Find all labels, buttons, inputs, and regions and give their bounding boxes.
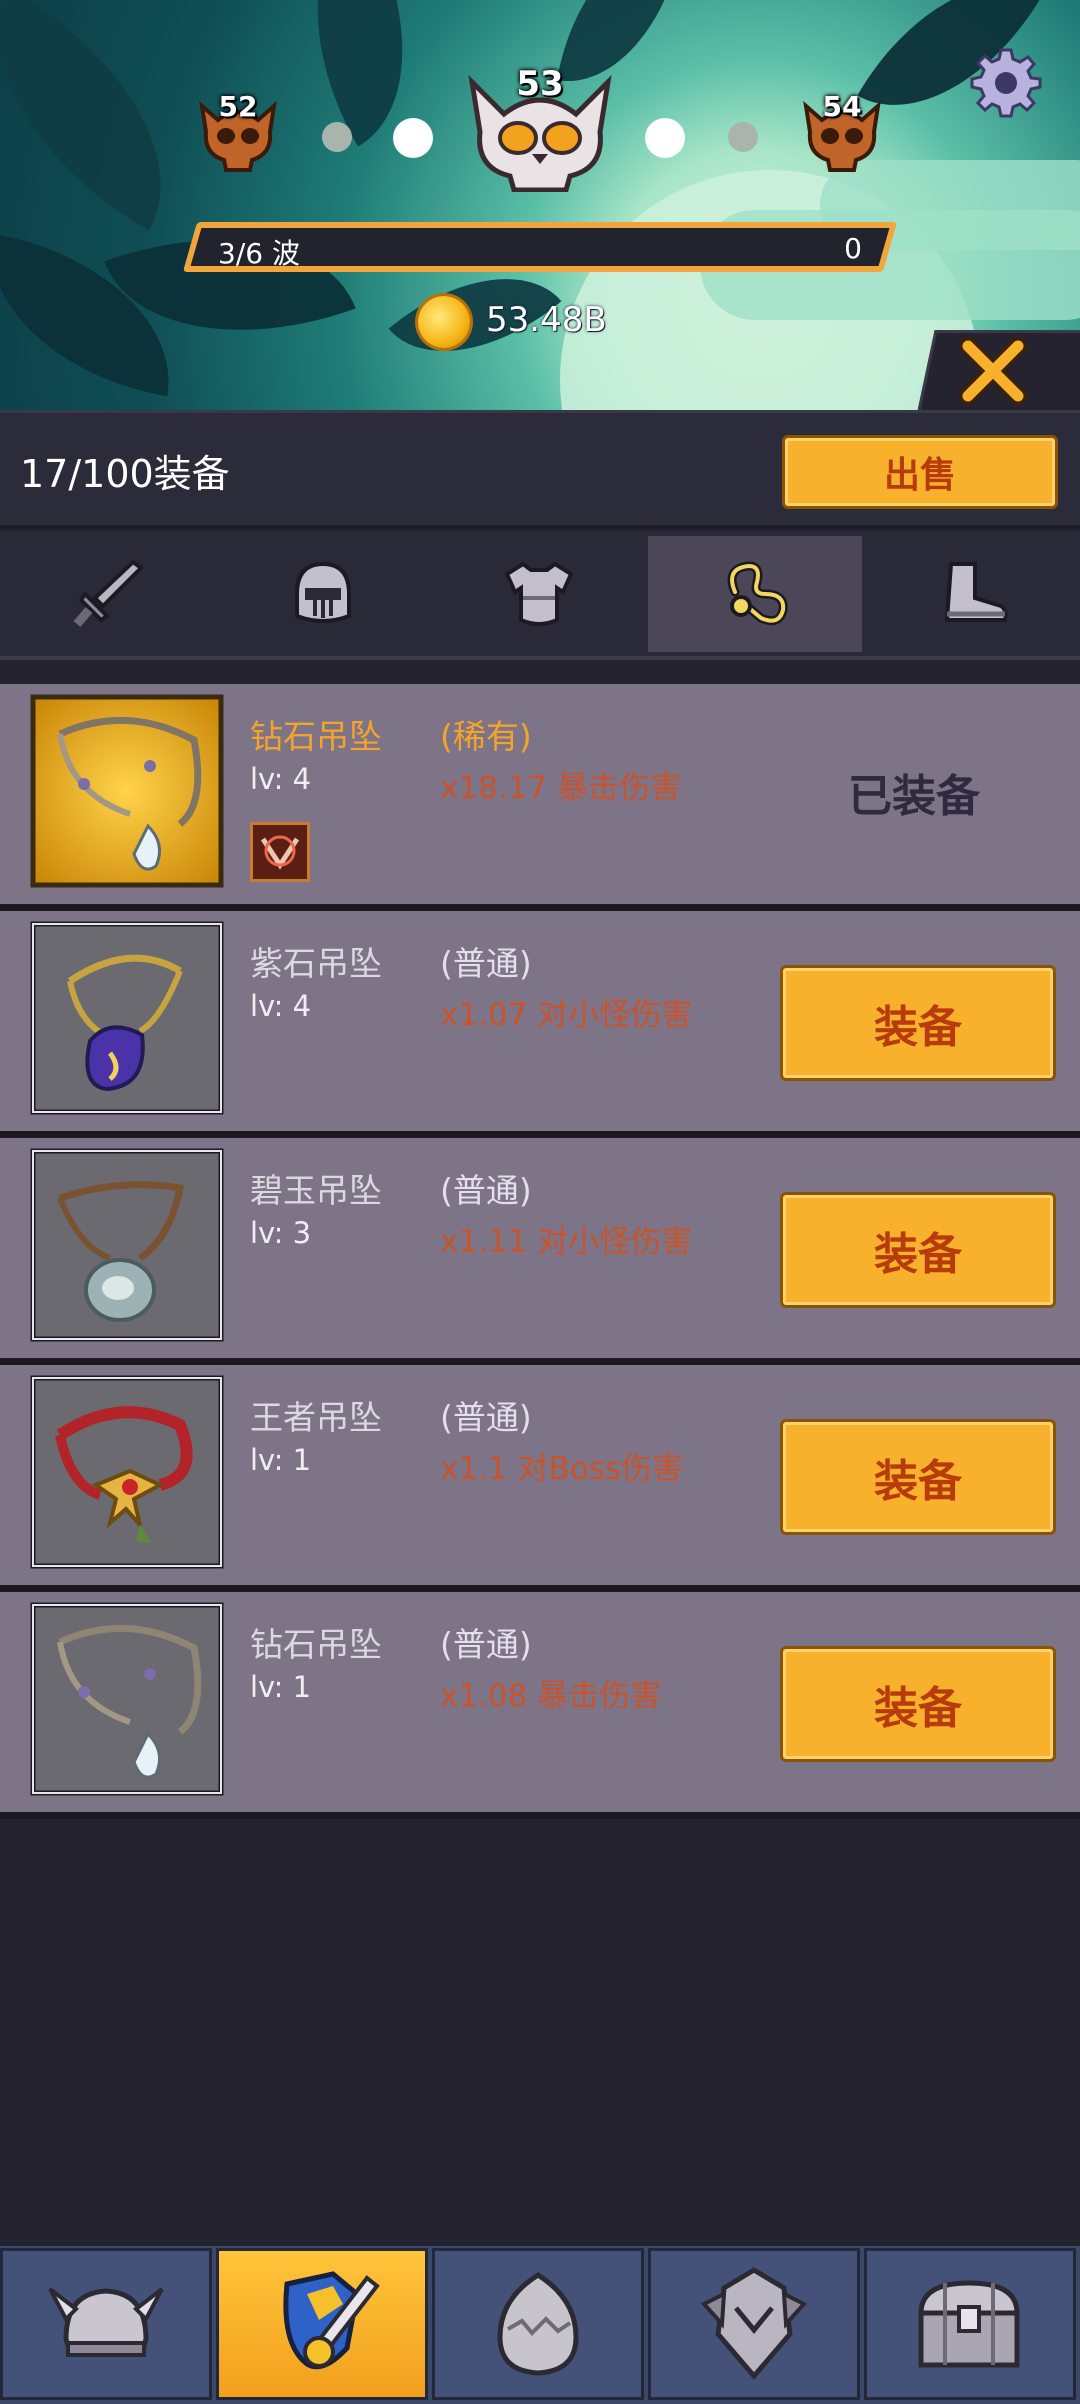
item-rarity: (稀有) bbox=[440, 717, 532, 756]
knight-armor-icon bbox=[700, 2267, 808, 2380]
viking-helmet-icon bbox=[48, 2287, 164, 2357]
tab-boots[interactable] bbox=[864, 536, 1078, 652]
stage-next-skull[interactable]: 54 bbox=[800, 90, 884, 172]
tab-helmet[interactable] bbox=[216, 536, 430, 652]
item-rarity: (普通) bbox=[440, 1625, 532, 1664]
sword-icon bbox=[73, 559, 145, 627]
item-rarity: (普通) bbox=[440, 944, 532, 983]
necklace-icon bbox=[727, 561, 788, 626]
item-rarity: (普通) bbox=[440, 1398, 532, 1437]
nav-equipment[interactable] bbox=[216, 2248, 428, 2400]
nav-egg[interactable] bbox=[432, 2248, 644, 2400]
armor-icon bbox=[504, 561, 574, 626]
tab-necklace[interactable] bbox=[648, 536, 862, 652]
equip-button[interactable]: 装备 bbox=[780, 965, 1056, 1081]
gold-amount: 53.48B bbox=[486, 300, 607, 340]
leaf bbox=[258, 0, 462, 147]
tab-weapon[interactable] bbox=[0, 536, 214, 652]
wave-value: 0 bbox=[844, 232, 862, 265]
nav-armor[interactable] bbox=[648, 2248, 860, 2400]
equip-button[interactable]: 装备 bbox=[780, 1192, 1056, 1308]
progress-dot bbox=[728, 122, 758, 152]
purple-pendant-icon bbox=[30, 921, 224, 1115]
list-item[interactable]: 王者吊坠 (普通) lv: 1 x1.1 对Boss伤害 装备 bbox=[0, 1365, 1080, 1592]
helmet-icon bbox=[295, 561, 351, 623]
egg-icon bbox=[497, 2272, 579, 2376]
jade-pendant-icon bbox=[30, 1148, 224, 1342]
progress-dot bbox=[393, 118, 433, 158]
nav-hero[interactable] bbox=[0, 2248, 212, 2400]
item-name: 紫石吊坠 bbox=[250, 944, 382, 983]
item-level: lv: 1 bbox=[250, 1443, 312, 1477]
progress-dot bbox=[322, 122, 352, 152]
stage-current-skull[interactable]: 53 bbox=[466, 64, 614, 192]
equipment-category-tabs bbox=[0, 532, 1080, 660]
shield-sword-icon bbox=[283, 2271, 380, 2370]
item-stat: x1.11 对小怪伤害 bbox=[440, 1224, 693, 1260]
stage-prev-number: 52 bbox=[218, 90, 258, 123]
stage-prev-skull[interactable]: 52 bbox=[196, 90, 280, 172]
nav-treasure[interactable] bbox=[864, 2248, 1076, 2400]
item-name: 碧玉吊坠 bbox=[250, 1171, 382, 1210]
list-item[interactable]: 紫石吊坠 (普通) lv: 4 x1.07 对小怪伤害 装备 bbox=[0, 911, 1080, 1138]
gold-coin-icon bbox=[418, 296, 470, 348]
item-name: 钻石吊坠 bbox=[250, 1625, 382, 1664]
item-level: lv: 1 bbox=[250, 1670, 312, 1704]
inventory-header: 17/100装备 出售 bbox=[0, 410, 1080, 529]
wave-progress-bar: 3/6 波 0 bbox=[182, 222, 898, 272]
equipped-status: 已装备 bbox=[848, 771, 980, 822]
leaf bbox=[0, 0, 219, 231]
equipment-count: 17/100装备 bbox=[20, 452, 230, 496]
item-stat: x1.07 对小怪伤害 bbox=[440, 997, 693, 1033]
stage-next-number: 54 bbox=[822, 90, 862, 123]
item-level: lv: 3 bbox=[250, 1216, 312, 1250]
item-rarity: (普通) bbox=[440, 1171, 532, 1210]
item-stat: x1.08 暴击伤害 bbox=[440, 1678, 662, 1714]
item-name: 钻石吊坠 bbox=[250, 717, 382, 756]
item-stat: x18.17 暴击伤害 bbox=[440, 770, 681, 806]
tab-armor[interactable] bbox=[432, 536, 646, 652]
diamond-pendant-icon bbox=[30, 694, 224, 888]
skill-badge-icon bbox=[250, 822, 310, 882]
boots-icon bbox=[944, 562, 1008, 622]
treasure-chest-icon bbox=[918, 2280, 1020, 2368]
equip-button[interactable]: 装备 bbox=[780, 1419, 1056, 1535]
settings-gear-icon[interactable] bbox=[970, 46, 1042, 118]
list-item[interactable]: 钻石吊坠 (普通) lv: 1 x1.08 暴击伤害 装备 bbox=[0, 1592, 1080, 1819]
list-item[interactable]: 碧玉吊坠 (普通) lv: 3 x1.11 对小怪伤害 装备 bbox=[0, 1138, 1080, 1365]
sell-button[interactable]: 出售 bbox=[782, 435, 1058, 509]
equip-button[interactable]: 装备 bbox=[780, 1646, 1056, 1762]
king-pendant-icon bbox=[30, 1375, 224, 1569]
item-level: lv: 4 bbox=[250, 989, 312, 1023]
item-level: lv: 4 bbox=[250, 762, 312, 796]
wave-label: 3/6 波 bbox=[218, 237, 300, 270]
close-icon[interactable] bbox=[958, 336, 1028, 406]
list-item[interactable]: 钻石吊坠 (稀有) lv: 4 x18.17 暴击伤害 已装备 bbox=[0, 684, 1080, 911]
stage-scene: 52 53 54 3/6 波 0 53.48B bbox=[0, 0, 1080, 410]
item-stat: x1.1 对Boss伤害 bbox=[440, 1451, 684, 1487]
stage-current-number: 53 bbox=[516, 64, 564, 104]
progress-dot bbox=[645, 118, 685, 158]
item-name: 王者吊坠 bbox=[250, 1398, 382, 1437]
diamond-pendant-icon bbox=[30, 1602, 224, 1796]
